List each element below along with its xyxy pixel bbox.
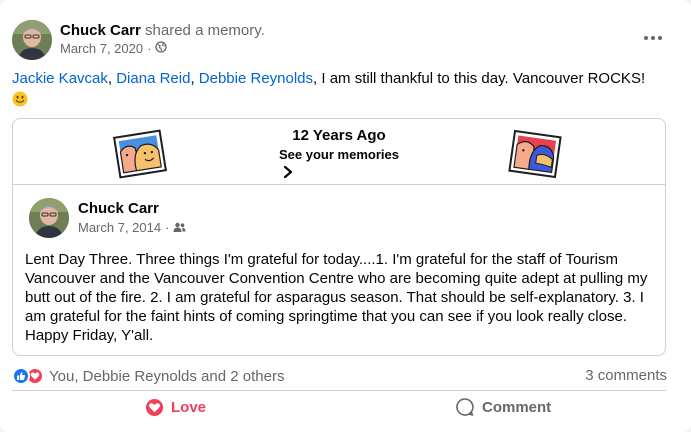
dot [651,36,655,40]
mention-link[interactable]: Diana Reid [116,70,190,87]
more-options-button[interactable] [639,26,667,50]
mention-link[interactable]: Debbie Reynolds [199,70,313,87]
memory-date[interactable]: March 7, 2014 [78,220,161,236]
meta-separator: · [147,41,152,56]
friends-icon [173,220,186,236]
memory-illustration-right-icon [508,129,562,179]
post-action-text: shared a memory. [145,22,265,39]
reactions-summary[interactable]: You, Debbie Reynolds and 2 others [12,366,284,386]
memory-box: 12 Years Ago See your memories Chuck Car… [12,118,666,356]
author-avatar[interactable] [12,20,52,60]
post-card: Chuck Carr shared a memory. March 7, 202… [0,0,691,432]
see-memories-link[interactable]: See your memories [13,147,665,163]
love-icon [145,398,164,416]
author-name[interactable]: Chuck Carr [60,22,141,39]
smiling-face-emoji [12,91,28,107]
globe-icon [155,41,168,57]
dot [644,36,648,40]
post-header-title: Chuck Carr shared a memory. [60,21,265,40]
comments-count[interactable]: 3 comments [585,367,667,384]
post-caption: Jackie Kavcak, Diana Reid, Debbie Reynol… [12,69,680,110]
caption-separator: , [190,70,199,87]
mention-link[interactable]: Jackie Kavcak [12,70,108,87]
dot [658,36,662,40]
memory-text: Lent Day Three. Three things I'm gratefu… [25,251,648,344]
memory-years-ago: 12 Years Ago [292,127,386,144]
divider [12,390,666,391]
post-date[interactable]: March 7, 2020 [60,41,143,57]
memory-meta: March 7, 2014 · [78,220,186,236]
comment-icon [456,398,474,416]
like-reaction-icon [12,367,30,385]
meta-separator: · [165,220,170,235]
memory-author-avatar[interactable] [29,198,69,238]
love-button-label: Love [171,398,207,416]
comment-button-label: Comment [482,398,552,416]
love-button[interactable]: Love [145,395,206,419]
memory-banner[interactable]: 12 Years Ago See your memories [13,119,665,185]
memory-author-name[interactable]: Chuck Carr [78,199,159,218]
caption-separator: , [107,70,117,87]
caption-text: , I am still thankful to this day. Vanco… [313,70,646,87]
post-meta: March 7, 2020 · [60,41,168,57]
reactions-text: You, Debbie Reynolds and 2 others [49,367,285,385]
chevron-right-icon[interactable] [283,165,293,179]
comment-button[interactable]: Comment [455,395,551,419]
